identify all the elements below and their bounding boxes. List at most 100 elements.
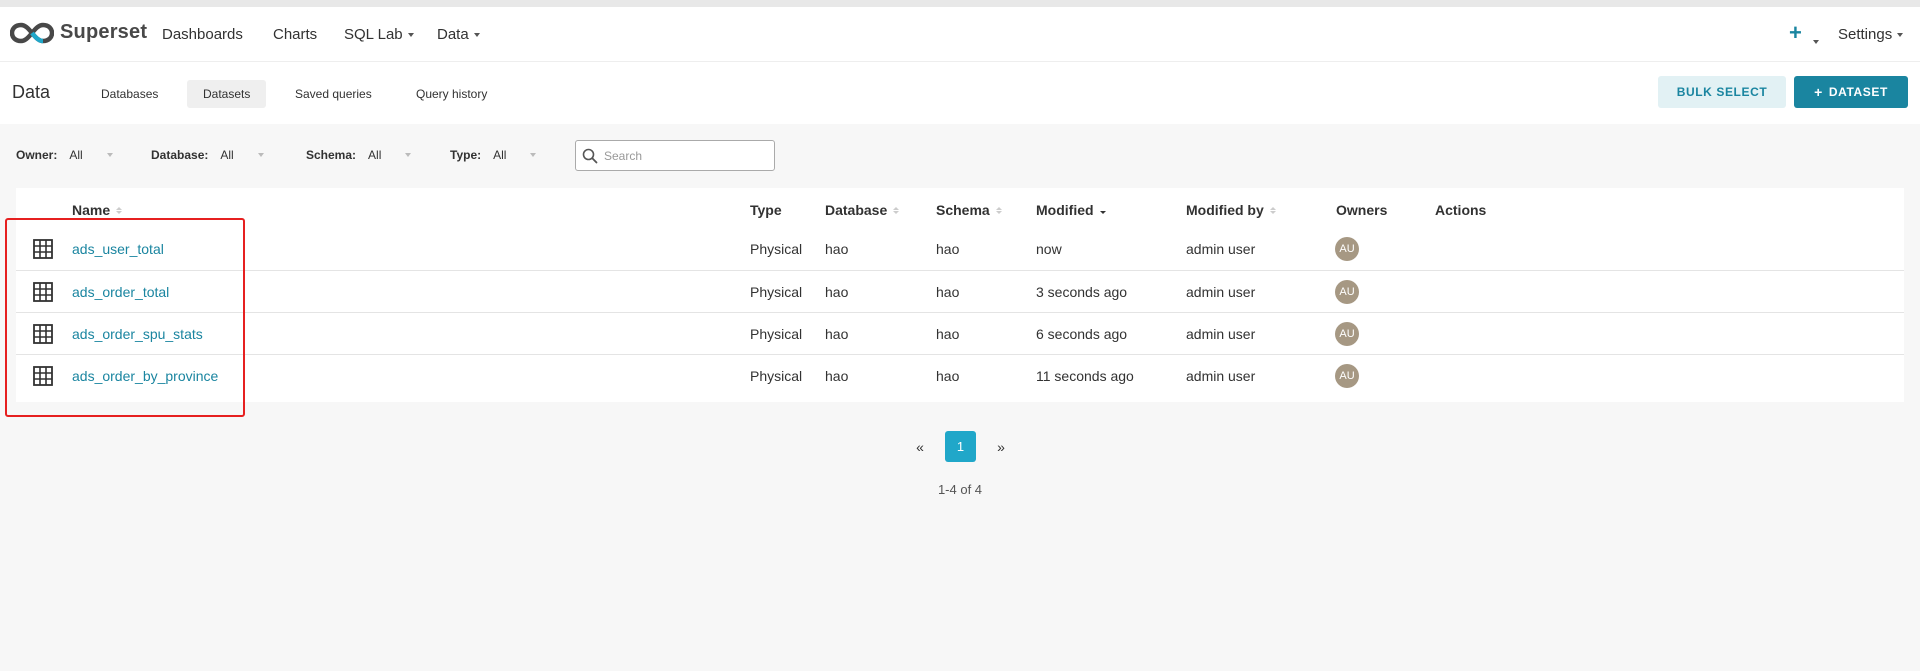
- pagination-next-button[interactable]: »: [991, 431, 1011, 462]
- tab-databases-label: Databases: [101, 87, 159, 101]
- sort-icon: [893, 206, 900, 214]
- table-row[interactable]: ads_order_spu_stats Physical hao hao 6 s…: [16, 312, 1904, 354]
- sort-desc-icon: [1099, 207, 1106, 214]
- cell-schema: hao: [936, 368, 960, 384]
- table-row[interactable]: ads_user_total Physical hao hao now admi…: [16, 228, 1904, 270]
- search-input[interactable]: [604, 148, 764, 163]
- cell-type: Physical: [750, 368, 803, 384]
- cell-schema: hao: [936, 284, 960, 300]
- nav-dashboards[interactable]: Dashboards: [162, 26, 243, 43]
- tab-saved-queries-label: Saved queries: [295, 87, 372, 101]
- bulk-select-label: BULK SELECT: [1676, 85, 1768, 99]
- column-header-modified-label: Modified: [1036, 202, 1094, 218]
- highlight-annotation-box: [5, 218, 245, 417]
- column-header-actions-label: Actions: [1435, 202, 1487, 218]
- column-header-type: Type: [750, 202, 782, 218]
- cell-database: hao: [825, 368, 849, 384]
- column-header-owners: Owners: [1336, 202, 1387, 218]
- filter-schema[interactable]: Schema: All: [306, 148, 412, 162]
- sort-icon: [1269, 206, 1276, 214]
- bulk-select-button[interactable]: BULK SELECT: [1658, 76, 1786, 108]
- cell-type: Physical: [750, 326, 803, 342]
- cell-modified-by: admin user: [1186, 284, 1256, 300]
- cell-type: Physical: [750, 284, 803, 300]
- filter-type-label: Type:: [450, 148, 482, 162]
- chevron-down-icon: [106, 153, 113, 157]
- nav-dashboards-label: Dashboards: [162, 26, 243, 43]
- chevron-down-icon: [473, 33, 480, 37]
- cell-modified: 3 seconds ago: [1036, 284, 1128, 300]
- avatar[interactable]: AU: [1335, 280, 1359, 304]
- filter-database-label: Database:: [151, 148, 209, 162]
- search-icon: [582, 148, 598, 163]
- pagination-prev-button[interactable]: «: [910, 431, 930, 462]
- page-title: Data: [12, 82, 51, 102]
- cell-modified: 11 seconds ago: [1036, 368, 1134, 384]
- brand-logo[interactable]: Superset: [10, 21, 147, 44]
- nav-settings[interactable]: Settings: [1838, 26, 1904, 43]
- nav-sql-lab-label: SQL Lab: [344, 26, 403, 43]
- cell-database: hao: [825, 241, 849, 257]
- column-header-modified[interactable]: Modified: [1036, 202, 1106, 218]
- cell-modified-by: admin user: [1186, 241, 1256, 257]
- brand-name: Superset: [60, 21, 148, 43]
- tab-query-history-label: Query history: [416, 87, 488, 101]
- sort-icon: [995, 206, 1002, 214]
- column-header-schema-label: Schema: [936, 202, 990, 218]
- plus-icon: +: [1814, 84, 1823, 100]
- tab-databases[interactable]: Databases: [85, 80, 174, 108]
- nav-charts-label: Charts: [273, 26, 318, 43]
- table-row[interactable]: ads_order_by_province Physical hao hao 1…: [16, 354, 1904, 396]
- column-header-modified-by-label: Modified by: [1186, 202, 1264, 218]
- filter-schema-label: Schema:: [306, 148, 357, 162]
- pagination-page-button[interactable]: 1: [945, 431, 976, 462]
- chevron-down-icon: [1897, 33, 1904, 37]
- filter-database[interactable]: Database: All: [151, 148, 264, 162]
- column-header-database-label: Database: [825, 202, 888, 218]
- avatar[interactable]: AU: [1335, 237, 1359, 261]
- nav-data[interactable]: Data: [437, 26, 480, 43]
- add-dataset-button[interactable]: + DATASET: [1794, 76, 1908, 108]
- chevron-down-icon: [257, 153, 264, 157]
- sort-icon: [116, 206, 123, 214]
- cell-schema: hao: [936, 241, 960, 257]
- chevron-down-icon: [405, 153, 412, 157]
- chevron-down-icon: [407, 33, 414, 37]
- tab-saved-queries[interactable]: Saved queries: [279, 80, 388, 108]
- avatar[interactable]: AU: [1335, 364, 1359, 388]
- nav-sql-lab[interactable]: SQL Lab: [344, 26, 414, 43]
- pagination-info: 1-4 of 4: [937, 482, 983, 497]
- tab-datasets[interactable]: Datasets: [187, 80, 267, 108]
- search-box[interactable]: [575, 140, 775, 171]
- cell-database: hao: [825, 326, 849, 342]
- add-dataset-label: DATASET: [1828, 85, 1888, 99]
- nav-charts[interactable]: Charts: [273, 26, 317, 43]
- cell-modified-by: admin user: [1186, 326, 1256, 342]
- tab-query-history[interactable]: Query history: [400, 80, 503, 108]
- filter-owner-label: Owner:: [16, 148, 58, 162]
- column-header-type-label: Type: [750, 202, 782, 218]
- sub-header: Data Databases Datasets Saved queries Qu…: [0, 62, 1920, 124]
- filter-type-value: All: [493, 148, 507, 162]
- filter-type[interactable]: Type: All: [450, 148, 537, 162]
- filter-database-value: All: [220, 148, 234, 162]
- cell-database: hao: [825, 284, 849, 300]
- column-header-modified-by[interactable]: Modified by: [1186, 202, 1276, 218]
- cell-modified: now: [1036, 241, 1062, 257]
- cell-modified-by: admin user: [1186, 368, 1256, 384]
- filter-schema-value: All: [368, 148, 382, 162]
- nav-data-label: Data: [437, 26, 469, 43]
- add-new-plus-icon[interactable]: +: [1789, 22, 1802, 44]
- nav-settings-label: Settings: [1838, 26, 1893, 43]
- column-header-name[interactable]: Name: [72, 202, 123, 218]
- table-row[interactable]: ads_order_total Physical hao hao 3 secon…: [16, 270, 1904, 312]
- filter-owner[interactable]: Owner: All: [16, 148, 113, 162]
- superset-logo-icon: [10, 22, 54, 43]
- column-header-actions: Actions: [1435, 202, 1486, 218]
- column-header-name-label: Name: [72, 202, 111, 218]
- column-header-schema[interactable]: Schema: [936, 202, 1002, 218]
- chevron-down-icon[interactable]: [1813, 40, 1819, 44]
- avatar[interactable]: AU: [1335, 322, 1359, 346]
- datasets-table: Name Type Database Schema Modified Modif…: [16, 188, 1904, 402]
- column-header-database[interactable]: Database: [825, 202, 900, 218]
